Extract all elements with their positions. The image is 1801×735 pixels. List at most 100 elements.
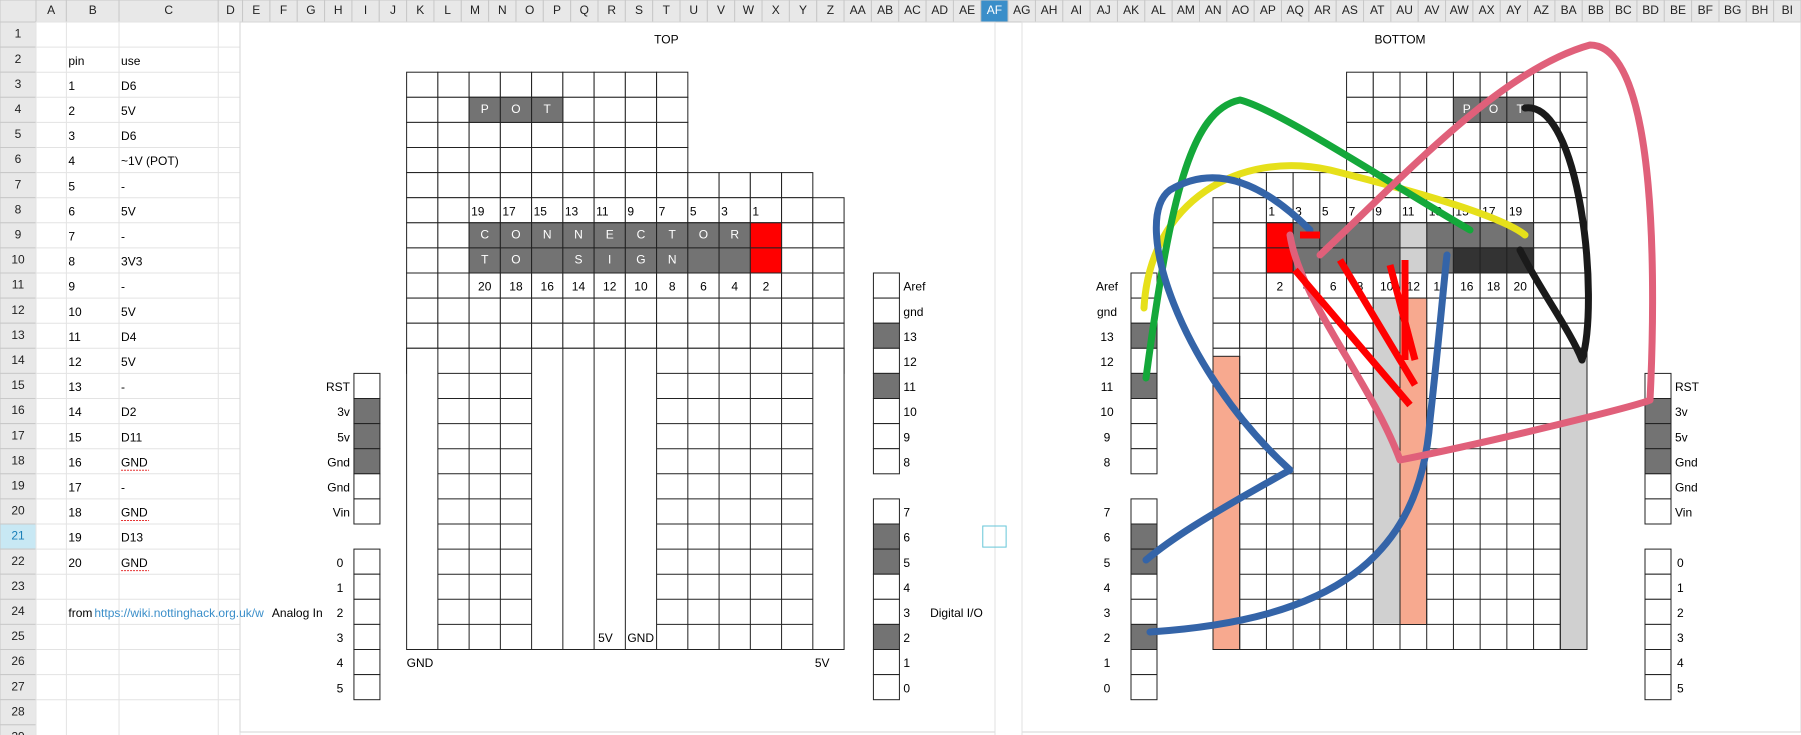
row-header-label[interactable]: 10 [11,253,25,267]
column-header-label[interactable]: K [416,3,424,17]
row-header-label[interactable]: 3 [15,77,22,91]
column-header-label[interactable]: N [498,3,507,17]
row-header-label[interactable]: 25 [11,629,25,643]
digital-header-pin [872,398,900,425]
column-header-label[interactable]: Y [799,3,807,17]
column-header-label[interactable]: W [743,3,755,17]
column-header-label[interactable]: AE [959,3,975,17]
column-header-label[interactable]: A [47,3,55,17]
row-header-label[interactable]: 11 [12,278,25,292]
row-header-label[interactable]: 21 [11,529,25,543]
column-header-label[interactable]: AI [1071,3,1082,17]
column-header-label[interactable]: Z [827,3,834,17]
column-header-label[interactable]: AO [1232,3,1249,17]
row-header-label[interactable]: 15 [11,378,25,392]
row-header-label[interactable]: 23 [11,579,25,593]
column-header-label[interactable]: Q [580,3,589,17]
column-header-label[interactable]: AM [1177,3,1195,17]
column-header-label[interactable]: V [717,3,725,17]
column-header-label[interactable]: AA [850,3,866,17]
column-header-label[interactable]: AH [1041,3,1058,17]
column-header-label[interactable]: BD [1642,3,1659,17]
column-header-label[interactable]: P [553,3,561,17]
column-header-label[interactable]: AF [987,3,1002,17]
column-header-label[interactable]: AK [1123,3,1139,17]
column-header-label[interactable]: E [252,3,260,17]
row-header-label[interactable]: 6 [15,152,22,166]
row-header-label[interactable]: 19 [11,479,25,493]
column-header-label[interactable]: F [280,3,287,17]
column-header-label[interactable]: G [306,3,315,17]
column-header-label[interactable]: T [663,3,671,17]
column-header-label[interactable]: AJ [1097,3,1111,17]
column-header-label[interactable]: BH [1752,3,1769,17]
column-header-label[interactable]: BC [1615,3,1632,17]
column-header-label[interactable]: AP [1260,3,1276,17]
column-header-label[interactable]: U [689,3,698,17]
column-header-label[interactable]: J [390,3,396,17]
column-header-label[interactable]: BF [1698,3,1713,17]
column-header-label[interactable]: H [334,3,343,17]
column-header-label[interactable]: AL [1151,3,1166,17]
row-header-label[interactable]: 27 [11,679,25,693]
row-header-label[interactable]: 13 [11,328,25,342]
column-header-label[interactable]: AN [1205,3,1222,17]
row-header-label[interactable]: 17 [11,428,25,442]
column-header-label[interactable]: L [444,3,451,17]
column-header-label[interactable]: AV [1424,3,1439,17]
column-header-label[interactable]: AU [1396,3,1413,17]
column-header-label[interactable]: AW [1450,3,1470,17]
row-header-label[interactable]: 4 [15,102,22,116]
column-header-label[interactable]: R [607,3,616,17]
digital-pin-label: 9 [903,430,910,444]
selected-cell[interactable] [982,525,1007,548]
column-header-label[interactable]: BE [1670,3,1686,17]
column-header-label[interactable]: S [635,3,643,17]
column-header-label[interactable]: AC [904,3,921,17]
column-header-label[interactable]: BG [1724,3,1741,17]
column-header-label[interactable]: AY [1506,3,1521,17]
column-header-label[interactable]: AQ [1287,3,1304,17]
row-header-label[interactable]: 9 [15,228,22,242]
column-header-label[interactable]: AS [1342,3,1358,17]
row-header-label[interactable]: 14 [11,353,25,367]
board-cell [468,322,501,349]
column-header-label[interactable]: AX [1479,3,1495,17]
column-header-label[interactable]: B [89,3,97,17]
board-cell [593,71,626,98]
column-header-label[interactable]: BI [1782,3,1793,17]
row-header-label[interactable]: 2 [15,52,22,66]
column-header-label[interactable]: AZ [1534,3,1549,17]
column-header-label[interactable]: O [525,3,534,17]
column-header-label[interactable]: I [364,3,367,17]
row-header-label[interactable]: 24 [11,604,25,618]
column-header-label[interactable]: X [772,3,780,17]
pot-letter: P [481,102,489,116]
row-header-label[interactable]: 22 [11,554,25,568]
source-link[interactable]: https://wiki.nottinghack.org.uk/w [94,606,264,620]
row-header-label[interactable]: 18 [11,453,25,467]
column-header-label[interactable]: BA [1561,3,1577,17]
column-header-label[interactable]: AG [1013,3,1030,17]
column-header-label[interactable]: AR [1314,3,1331,17]
row-header-label[interactable]: 26 [11,654,25,668]
column-header-label[interactable]: AD [931,3,948,17]
row-header-label[interactable]: 5 [15,127,22,141]
row-header-label[interactable]: 7 [15,177,22,191]
column-header-label[interactable]: AB [877,3,893,17]
digital-pin-label: gnd [1097,305,1117,319]
spreadsheet[interactable]: A B C D E F G H I J K L M N O P Q R S T U V W X Y Z AA AB AC AD AE AF AG… [0,0,1801,735]
column-header-label[interactable]: C [164,3,173,17]
row-header-label[interactable]: 28 [11,704,25,718]
row-header-label[interactable]: 8 [15,202,22,216]
column-header-label[interactable]: BB [1588,3,1604,17]
digital-header-pin [1130,398,1158,425]
row-header-label[interactable]: 16 [11,403,25,417]
row-header-label[interactable]: 29 [11,730,25,735]
column-header-label[interactable]: M [470,3,480,17]
row-header-label[interactable]: 1 [15,27,22,41]
row-header-label[interactable]: 20 [11,504,25,518]
row-header-label[interactable]: 12 [11,303,25,317]
column-header-label[interactable]: D [226,3,235,17]
column-header-label[interactable]: AT [1370,3,1385,17]
